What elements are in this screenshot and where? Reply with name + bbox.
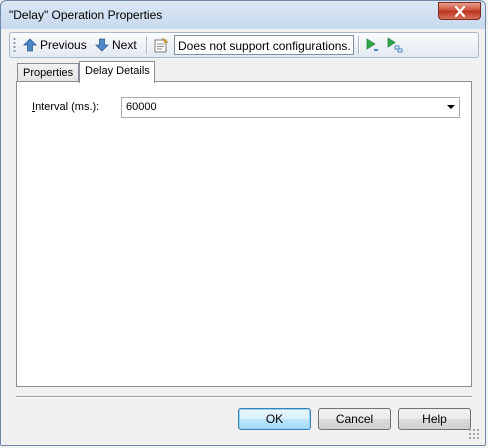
tab-delay-details[interactable]: Delay Details — [79, 61, 155, 83]
run-button[interactable] — [362, 35, 385, 55]
tab-properties[interactable]: Properties — [17, 63, 79, 82]
dialog-client-area: Previous Next Does not support configura… — [7, 30, 481, 441]
toolbar-grip[interactable] — [13, 37, 16, 53]
ok-button[interactable]: OK — [238, 408, 311, 430]
previous-label: Previous — [40, 38, 87, 52]
close-icon — [454, 5, 465, 17]
delay-details-panel: Interval (ms.): 60000 — [16, 81, 472, 387]
configuration-field: Does not support configurations. — [174, 35, 354, 55]
interval-combobox[interactable]: 60000 — [121, 97, 460, 118]
title-bar[interactable]: "Delay" Operation Properties — [1, 1, 487, 29]
cancel-button[interactable]: Cancel — [318, 408, 391, 430]
interval-label: Interval (ms.): — [32, 101, 99, 113]
toolbar-separator — [358, 36, 360, 54]
tab-delay-details-label: Delay Details — [85, 65, 150, 77]
next-button[interactable]: Next — [92, 35, 140, 55]
interval-label-text: nterval (ms.): — [35, 101, 100, 113]
resize-grip[interactable] — [468, 428, 479, 439]
up-arrow-icon — [23, 38, 37, 52]
tab-properties-label: Properties — [23, 67, 74, 79]
properties-button[interactable] — [151, 35, 174, 55]
help-button[interactable]: Help — [398, 408, 471, 430]
properties-sheet-icon — [154, 37, 169, 53]
play-step-icon — [387, 37, 403, 53]
close-button[interactable] — [438, 2, 481, 20]
footer-separator — [16, 396, 472, 398]
toolbar: Previous Next Does not support configura… — [9, 32, 479, 58]
dialog-window: "Delay" Operation Properties Previous Ne… — [0, 0, 486, 446]
play-icon — [366, 38, 378, 51]
run-step-button[interactable] — [384, 35, 409, 55]
toolbar-separator — [146, 36, 148, 54]
previous-button[interactable]: Previous — [20, 35, 90, 55]
down-arrow-icon — [95, 38, 109, 52]
next-label: Next — [112, 38, 137, 52]
chevron-down-icon[interactable] — [447, 105, 455, 109]
window-title: "Delay" Operation Properties — [9, 8, 163, 22]
interval-value: 60000 — [126, 101, 157, 113]
